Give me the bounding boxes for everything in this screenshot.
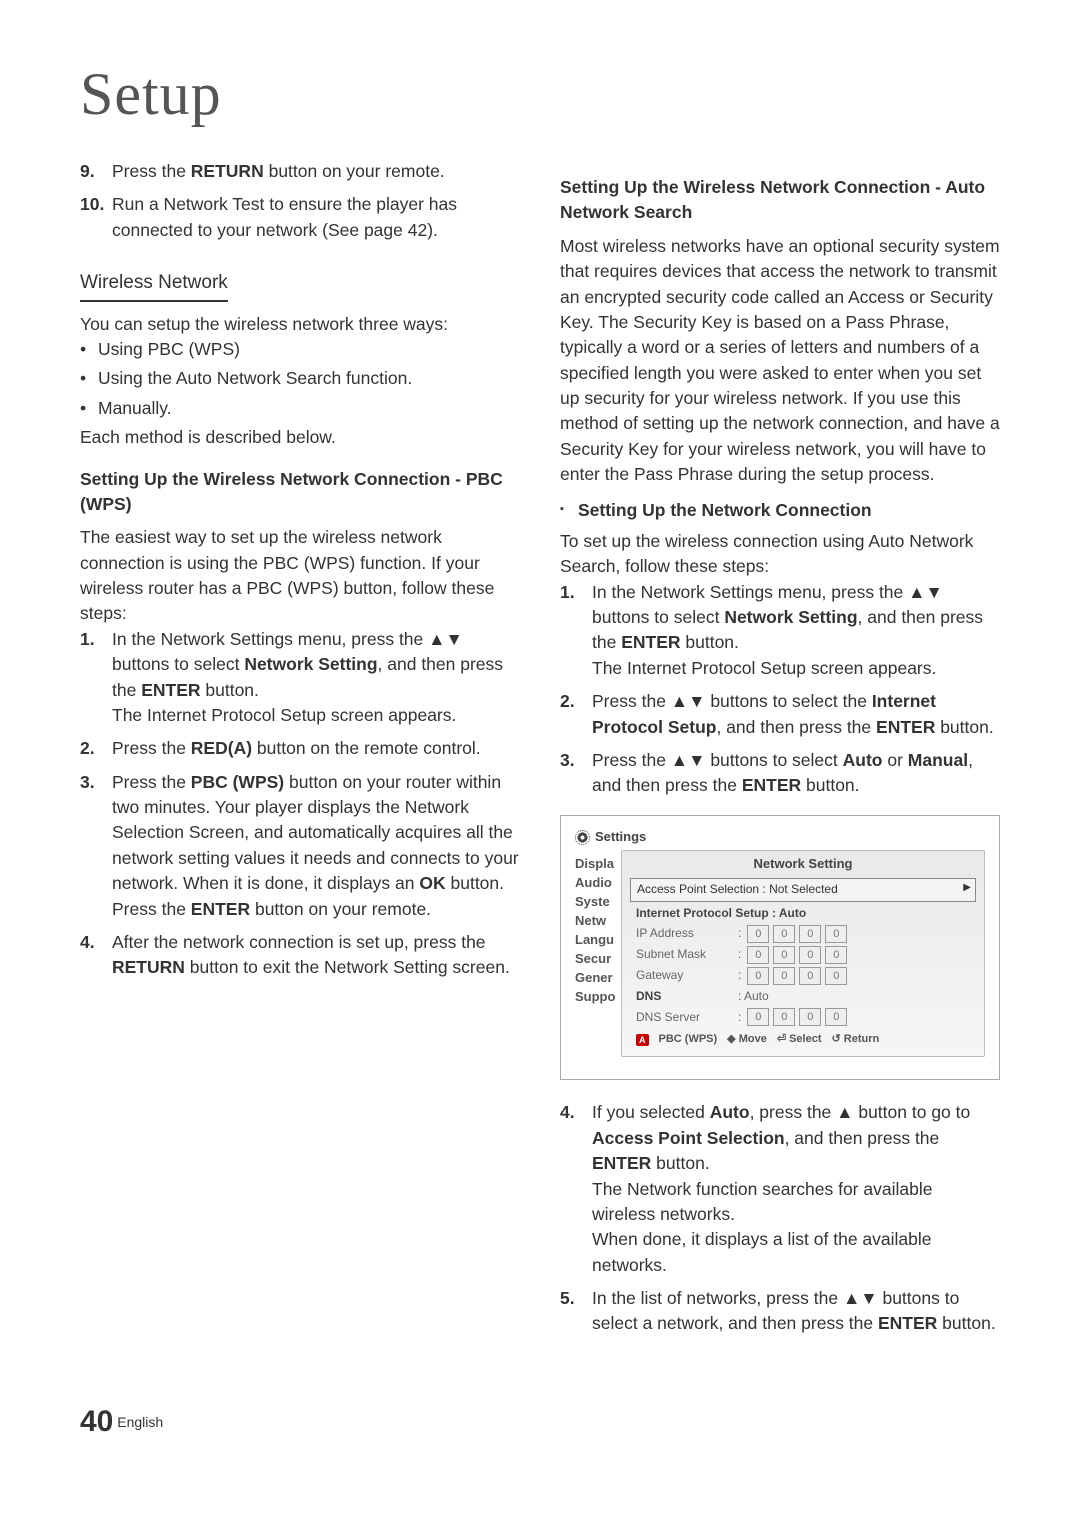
list-item: 1.In the Network Settings menu, press th… (560, 580, 1000, 682)
list-item: 2.Press the ▲▼ buttons to select the Int… (560, 689, 1000, 740)
sub-heading: ▪ Setting Up the Network Connection (560, 498, 1000, 523)
page-title: Setup (80, 60, 1000, 129)
list-item: 3.Press the ▲▼ buttons to select Auto or… (560, 748, 1000, 799)
dns-row: DNS : Auto (630, 988, 976, 1005)
list-item: 5.In the list of networks, press the ▲▼ … (560, 1286, 1000, 1337)
panel-title: Network Setting (630, 855, 976, 874)
square-bullet-icon: ▪ (560, 498, 578, 523)
paragraph: To set up the wireless connection using … (560, 529, 1000, 580)
list-item: •Using the Auto Network Search function. (80, 366, 520, 391)
settings-screenshot: Settings DisplaAudioSysteNetwLanguSecurG… (560, 815, 1000, 1081)
list-item: 4.After the network connection is set up… (80, 930, 520, 981)
section-heading: Wireless Network (80, 269, 228, 302)
paragraph: You can setup the wireless network three… (80, 312, 520, 337)
right-column: Setting Up the Wireless Network Connecti… (560, 159, 1000, 1345)
sub-heading: Setting Up the Wireless Network Connecti… (80, 467, 520, 518)
list-item: •Manually. (80, 396, 520, 421)
page-footer: 40 English (80, 1405, 1000, 1439)
paragraph: The easiest way to set up the wireless n… (80, 525, 520, 627)
sub-heading: Setting Up the Wireless Network Connecti… (560, 175, 1000, 226)
left-column: 9. Press the RETURN button on your remot… (80, 159, 520, 1345)
gear-icon (575, 830, 590, 845)
red-a-icon: A (636, 1034, 649, 1046)
ip-row: IP Address:0000 (630, 925, 976, 943)
list-item: 3.Press the PBC (WPS) button on your rou… (80, 770, 520, 922)
internet-protocol-setup-row: Internet Protocol Setup : Auto (630, 905, 976, 922)
access-point-selection-row: Access Point Selection : Not Selected ▶ (630, 878, 976, 901)
ip-row: Gateway:0000 (630, 967, 976, 985)
ip-row: DNS Server:0000 (630, 1008, 976, 1026)
ip-row: Subnet Mask:0000 (630, 946, 976, 964)
chevron-right-icon: ▶ (963, 881, 971, 896)
paragraph: Most wireless networks have an optional … (560, 234, 1000, 488)
list-item: 2.Press the RED(A) button on the remote … (80, 736, 520, 761)
panel-footer-hints: A PBC (WPS) ◆ Move ⏎ Select ↺ Return (630, 1032, 976, 1048)
sidebar-truncated: DisplaAudioSysteNetwLanguSecurGenerSuppo (575, 854, 617, 1006)
list-item: •Using PBC (WPS) (80, 337, 520, 362)
paragraph: Each method is described below. (80, 425, 520, 450)
list-item: 9. Press the RETURN button on your remot… (80, 159, 520, 184)
list-item: 1.In the Network Settings menu, press th… (80, 627, 520, 729)
list-item: 4.If you selected Auto, press the ▲ butt… (560, 1100, 1000, 1278)
list-item: 10. Run a Network Test to ensure the pla… (80, 192, 520, 243)
